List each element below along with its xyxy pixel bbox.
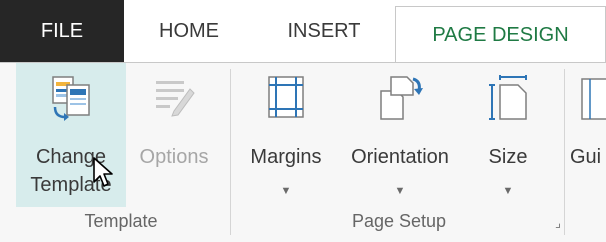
orientation-icon [377,75,423,127]
ribbon-tab-bar: FILE HOME INSERT PAGE DESIGN [0,0,606,64]
size-button[interactable]: Size ▼ [470,63,546,207]
options-label: Options [139,146,209,168]
options-icon [152,75,196,125]
group-separator [564,69,565,235]
tab-file[interactable]: FILE [0,0,124,62]
guides-icon [580,77,606,127]
chevron-down-icon: ▼ [280,185,292,197]
margins-label: Margins [250,146,322,168]
tab-insert-label: INSERT [287,19,361,42]
tab-page-design-label: PAGE DESIGN [432,24,569,46]
dialog-launcher-icon[interactable]: ⌟ [555,215,561,231]
tab-home-label: HOME [159,19,219,42]
tab-home[interactable]: HOME [124,0,254,62]
margins-button[interactable]: Margins ▼ [238,63,334,207]
group-separator [230,69,231,235]
tab-page-design[interactable]: PAGE DESIGN [395,6,606,64]
guides-button[interactable]: Gui [566,63,606,207]
orientation-button[interactable]: Orientation ▼ [336,63,464,207]
margins-icon [266,75,306,125]
options-button[interactable]: Options [128,63,220,207]
tab-insert[interactable]: INSERT [254,0,394,62]
size-label: Size [488,146,528,168]
group-label-template: Template [84,211,158,231]
guides-label: Gui [570,146,602,168]
tab-file-label: FILE [40,19,84,42]
orientation-label: Orientation [351,146,449,168]
ribbon-panel: Change Template Options Template Margins… [0,62,606,242]
mouse-pointer-icon [92,156,116,195]
group-label-page-setup: Page Setup [351,211,447,231]
chevron-down-icon: ▼ [394,185,406,197]
size-icon [488,75,528,127]
change-template-icon [49,75,93,127]
chevron-down-icon: ▼ [502,185,514,197]
